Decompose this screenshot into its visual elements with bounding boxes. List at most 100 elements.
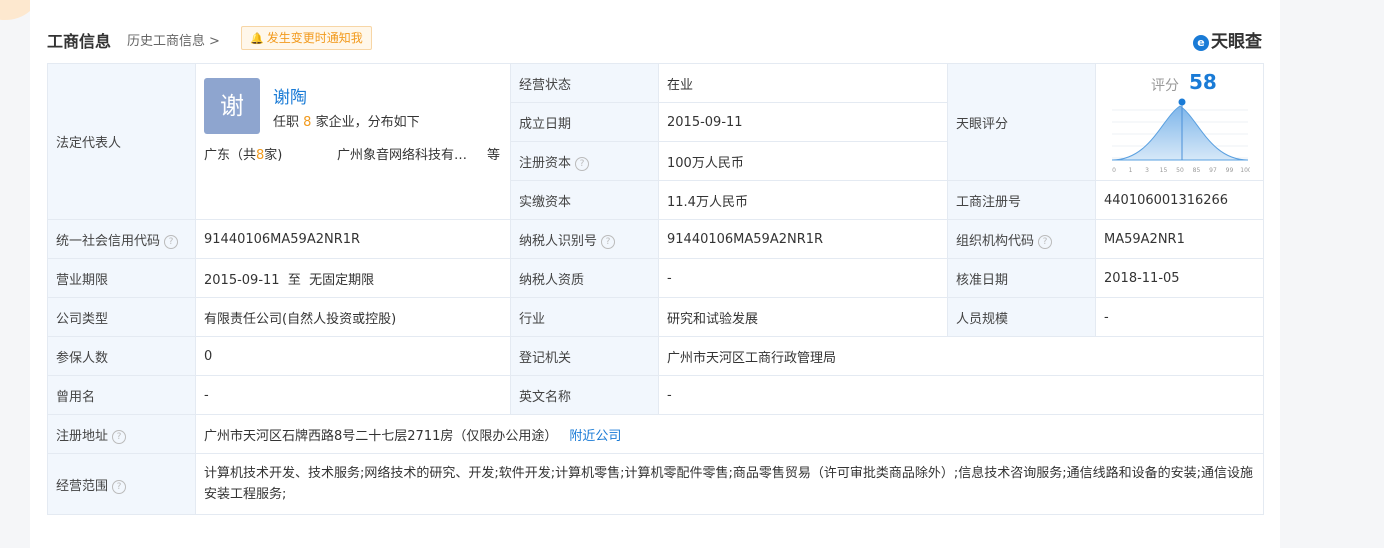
score-axis-tick: 15 bbox=[1160, 167, 1168, 174]
positions-count: 8 bbox=[303, 114, 312, 130]
reg-capital-label-cell: 注册资本? bbox=[510, 141, 659, 181]
score-axis-tick: 100 bbox=[1240, 167, 1250, 174]
help-icon[interactable]: ? bbox=[164, 234, 179, 249]
english-name-value: - bbox=[658, 375, 1264, 415]
paid-capital-value: 11.4万人民币 bbox=[658, 180, 948, 220]
legal-rep-cell: 谢 谢陶 任职 8 家企业，分布如下 广东（共 8 家) 广州象音网络科技有… 等 bbox=[195, 63, 511, 220]
founded-value: 2015-09-11 bbox=[658, 102, 948, 142]
related-company-link[interactable]: 广州象音网络科技有… bbox=[337, 144, 477, 163]
org-code-label: 组织机构代码 bbox=[956, 233, 1035, 249]
registrar-label: 登记机关 bbox=[510, 336, 659, 376]
status-label: 经营状态 bbox=[510, 63, 659, 103]
region-suffix: 家) bbox=[264, 147, 283, 163]
score-axis-tick: 97 bbox=[1209, 167, 1217, 174]
chevron-right-icon: > bbox=[209, 34, 220, 49]
table-row: 营业期限 2015-09-11 至 无固定期限 纳税人资质 - 核准日期 201… bbox=[47, 258, 1264, 298]
taxpayer-id-value: 91440106MA59A2NR1R bbox=[658, 219, 948, 259]
address-cell: 广州市天河区石牌西路8号二十七层2711房（仅限办公用途） 附近公司 bbox=[195, 414, 1264, 454]
term-label: 营业期限 bbox=[47, 258, 196, 298]
reg-capital-value: 100万人民币 bbox=[658, 141, 948, 181]
score-axis-tick: 1 bbox=[1129, 167, 1133, 174]
info-table: 法定代表人 谢 谢陶 任职 8 家企业，分布如下 广东（共 8 家) 广州象音网络科技… bbox=[47, 63, 1264, 515]
table-row: 注册地址? 广州市天河区石牌西路8号二十七层2711房（仅限办公用途） 附近公司 bbox=[47, 414, 1264, 454]
brand-text: 天眼查 bbox=[1211, 32, 1262, 52]
score-title: 评分 bbox=[1151, 78, 1179, 94]
staff-size-value: - bbox=[1095, 297, 1264, 337]
help-icon[interactable]: ? bbox=[575, 156, 590, 171]
industry-value: 研究和试验发展 bbox=[658, 297, 948, 337]
help-icon[interactable]: ? bbox=[1038, 234, 1053, 249]
score-marker-pin bbox=[1178, 98, 1186, 106]
credit-code-label-cell: 统一社会信用代码? bbox=[47, 219, 196, 259]
credit-code-label: 统一社会信用代码 bbox=[56, 233, 161, 249]
avatar[interactable]: 谢 bbox=[204, 77, 260, 134]
help-icon[interactable]: ? bbox=[601, 234, 616, 249]
score-axis-tick: 3 bbox=[1145, 167, 1149, 174]
reg-no-value: 440106001316266 bbox=[1095, 180, 1264, 220]
address-label-cell: 注册地址? bbox=[47, 414, 196, 454]
scope-label-cell: 经营范围? bbox=[47, 453, 196, 515]
term-value: 2015-09-11 至 无固定期限 bbox=[195, 258, 511, 298]
score-value: 58 bbox=[1189, 70, 1217, 94]
legal-rep-label: 法定代表人 bbox=[47, 63, 196, 220]
table-row: 统一社会信用代码? 91440106MA59A2NR1R 纳税人识别号? 914… bbox=[47, 219, 1264, 259]
credit-code-value: 91440106MA59A2NR1R bbox=[195, 219, 511, 259]
org-code-value: MA59A2NR1 bbox=[1095, 219, 1264, 259]
taxpayer-qual-label: 纳税人资质 bbox=[510, 258, 659, 298]
table-row: 参保人数 0 登记机关 广州市天河区工商行政管理局 bbox=[47, 336, 1264, 376]
table-row: 公司类型 有限责任公司(自然人投资或控股) 行业 研究和试验发展 人员规模 - bbox=[47, 297, 1264, 337]
industry-label: 行业 bbox=[510, 297, 659, 337]
history-link[interactable]: 历史工商信息 > bbox=[127, 30, 220, 49]
brand-logo: e 天眼查 bbox=[1193, 27, 1262, 52]
history-link-label: 历史工商信息 bbox=[127, 34, 206, 49]
score-axis-tick: 0 bbox=[1112, 167, 1116, 174]
score-widget[interactable]: 评分 58 0 1 3 15 50 85 97 99 10 bbox=[1104, 65, 1255, 180]
approval-date-value: 2018-11-05 bbox=[1095, 258, 1264, 298]
legal-rep-name-link[interactable]: 谢陶 bbox=[273, 83, 307, 108]
founded-label: 成立日期 bbox=[510, 102, 659, 142]
former-name-value: - bbox=[195, 375, 511, 415]
help-icon[interactable]: ? bbox=[112, 479, 127, 494]
positions-text: 任职 8 家企业，分布如下 bbox=[273, 111, 420, 130]
help-icon[interactable]: ? bbox=[112, 429, 127, 444]
notify-on-change-button[interactable]: 🔔 发生变更时通知我 bbox=[241, 26, 372, 50]
bell-icon: 🔔 bbox=[250, 32, 264, 45]
table-row: 曾用名 - 英文名称 - bbox=[47, 375, 1264, 415]
eye-logo-icon: e bbox=[1193, 35, 1209, 51]
taxpayer-id-label: 纳税人识别号 bbox=[519, 233, 598, 249]
bell-curve bbox=[1111, 105, 1249, 161]
positions-suffix: 家企业，分布如下 bbox=[315, 114, 420, 130]
table-row: 经营范围? 计算机技术开发、技术服务;网络技术的研究、开发;软件开发;计算机零售… bbox=[47, 453, 1264, 515]
score-label: 天眼评分 bbox=[947, 63, 1096, 181]
approval-date-label: 核准日期 bbox=[947, 258, 1096, 298]
notify-button-label: 发生变更时通知我 bbox=[266, 31, 363, 45]
business-info-card: 工商信息 历史工商信息 > 🔔 发生变更时通知我 e 天眼查 法定代表人 谢 谢陶 任… bbox=[30, 0, 1280, 548]
registrar-value: 广州市天河区工商行政管理局 bbox=[658, 336, 1264, 376]
taxpayer-qual-value: - bbox=[658, 258, 948, 298]
english-name-label: 英文名称 bbox=[510, 375, 659, 415]
score-axis: 0 1 3 15 50 85 97 99 100 bbox=[1112, 167, 1250, 174]
reg-capital-label: 注册资本 bbox=[519, 155, 572, 171]
address-value: 广州市天河区石牌西路8号二十七层2711房（仅限办公用途） bbox=[204, 428, 558, 444]
positions-prefix: 任职 bbox=[273, 114, 300, 130]
more-text: 等 bbox=[487, 147, 501, 163]
score-axis-tick: 85 bbox=[1193, 167, 1201, 174]
nearby-companies-link[interactable]: 附近公司 bbox=[569, 429, 621, 444]
org-code-label-cell: 组织机构代码? bbox=[947, 219, 1096, 259]
taxpayer-id-label-cell: 纳税人识别号? bbox=[510, 219, 659, 259]
region-text: 广东（共8家) 广州象音网络科技有… 等 bbox=[204, 144, 504, 163]
scope-label: 经营范围 bbox=[56, 478, 109, 494]
score-axis-tick: 99 bbox=[1226, 167, 1234, 174]
company-type-label: 公司类型 bbox=[47, 297, 196, 337]
section-title: 工商信息 bbox=[47, 32, 112, 51]
paid-capital-label: 实缴资本 bbox=[510, 180, 659, 220]
address-label: 注册地址 bbox=[56, 428, 109, 444]
reg-no-label: 工商注册号 bbox=[947, 180, 1096, 220]
score-cell: 评分 58 0 1 3 15 50 85 97 99 10 bbox=[1095, 63, 1264, 181]
former-name-label: 曾用名 bbox=[47, 375, 196, 415]
insured-label: 参保人数 bbox=[47, 336, 196, 376]
scope-value: 计算机技术开发、技术服务;网络技术的研究、开发;软件开发;计算机零售;计算机零配… bbox=[195, 453, 1264, 515]
section-header: 工商信息 历史工商信息 > 🔔 发生变更时通知我 e 天眼查 bbox=[47, 24, 1262, 52]
company-type-value: 有限责任公司(自然人投资或控股) bbox=[195, 297, 511, 337]
staff-size-label: 人员规模 bbox=[947, 297, 1096, 337]
